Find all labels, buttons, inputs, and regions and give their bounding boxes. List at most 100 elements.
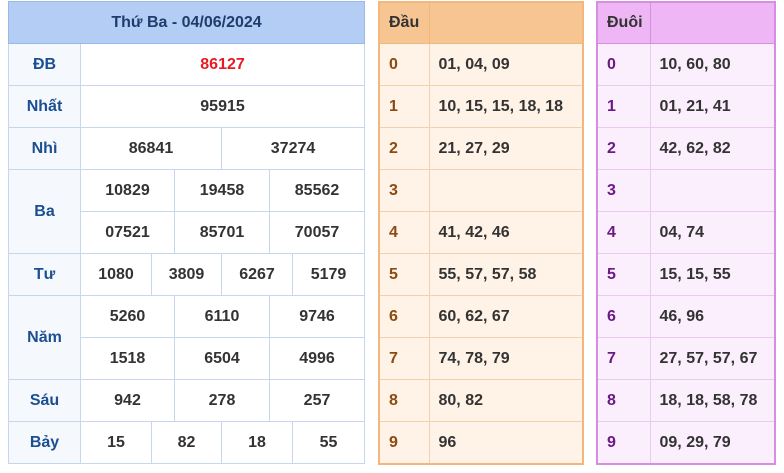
prize-value-nam: 6110 — [174, 295, 270, 338]
prize-value-nhi: 37274 — [220, 127, 366, 170]
head-digit: 4 — [378, 211, 430, 254]
head-digit: 7 — [378, 337, 430, 380]
prize-value-ba: 10829 — [80, 169, 175, 212]
prize-value-nam: 9746 — [268, 295, 366, 338]
head-values: 21, 27, 29 — [428, 127, 584, 170]
head-row: 2 21, 27, 29 — [378, 127, 584, 170]
tail-values: 18, 18, 58, 78 — [649, 379, 776, 422]
tail-values: 10, 60, 80 — [649, 43, 776, 86]
head-values — [428, 169, 584, 212]
tail-digit: 2 — [596, 127, 651, 170]
prize-row-nhat: Nhất 95915 — [8, 85, 366, 128]
prize-value-sau: 257 — [268, 379, 366, 422]
prize-value-db: 86127 — [79, 43, 366, 86]
prize-value-ba: 07521 — [80, 211, 175, 254]
head-values: 41, 42, 46 — [428, 211, 584, 254]
tail-row: 6 46, 96 — [596, 295, 776, 338]
head-row: 4 41, 42, 46 — [378, 211, 584, 254]
prize-value-nhi: 86841 — [80, 127, 222, 170]
tail-digit: 4 — [596, 211, 651, 254]
head-rows: 0 01, 04, 09 1 10, 15, 15, 18, 18 2 21, 27, 2… — [378, 43, 584, 465]
lottery-results-table: Thứ Ba - 04/06/2024 ĐB 86127 Nhất 95915 … — [7, 1, 366, 464]
prize-label-nam: Năm — [8, 295, 81, 380]
prize-value-sau: 942 — [80, 379, 175, 422]
head-digit: 3 — [378, 169, 430, 212]
tail-digit: 3 — [596, 169, 651, 212]
tail-row: 3 — [596, 169, 776, 212]
head-row: 0 01, 04, 09 — [378, 43, 584, 86]
head-row: 6 60, 62, 67 — [378, 295, 584, 338]
tail-row: 5 15, 15, 55 — [596, 253, 776, 296]
prize-row-sau: Sáu 942 278 257 — [8, 379, 366, 422]
tail-values: 46, 96 — [649, 295, 776, 338]
tail-digit: 6 — [596, 295, 651, 338]
tail-rows: 0 10, 60, 80 1 01, 21, 41 2 42, 62, 82 3 4 04, 7… — [596, 43, 776, 465]
head-digit: 5 — [378, 253, 430, 296]
head-values: 96 — [428, 421, 584, 465]
head-row: 8 80, 82 — [378, 379, 584, 422]
tail-row: 0 10, 60, 80 — [596, 43, 776, 86]
prize-value-ba: 19458 — [174, 169, 270, 212]
head-values: 01, 04, 09 — [428, 43, 584, 86]
head-row: 3 — [378, 169, 584, 212]
prize-value-tu: 3809 — [151, 253, 222, 296]
prize-value-nhat: 95915 — [79, 85, 366, 128]
prize-label-ba: Ba — [8, 169, 81, 254]
head-digit: 9 — [378, 421, 430, 465]
tail-digits-table: Đuôi 0 10, 60, 80 1 01, 21, 41 2 42, 62, 82 3 4… — [596, 1, 776, 465]
tail-values: 01, 21, 41 — [649, 85, 776, 128]
prize-value-tu: 5179 — [291, 253, 366, 296]
prize-label-nhat: Nhất — [8, 85, 81, 128]
tail-digit: 9 — [596, 421, 651, 465]
tail-digit: 8 — [596, 379, 651, 422]
results-header-row: Thứ Ba - 04/06/2024 — [7, 1, 366, 44]
tail-values: 04, 74 — [649, 211, 776, 254]
prize-value-nam: 5260 — [80, 295, 175, 338]
prize-label-tu: Tư — [8, 253, 81, 296]
prize-label-sau: Sáu — [8, 379, 81, 422]
prize-label-nhi: Nhì — [8, 127, 81, 170]
tail-digit: 0 — [596, 43, 651, 86]
prize-row-tu: Tư 1080 3809 6267 5179 — [8, 253, 366, 296]
tail-row: 1 01, 21, 41 — [596, 85, 776, 128]
tail-header-row: Đuôi — [596, 1, 776, 44]
tail-row: 9 09, 29, 79 — [596, 421, 776, 465]
head-digit: 1 — [378, 85, 430, 128]
prize-value-bay: 55 — [291, 421, 366, 464]
head-values: 10, 15, 15, 18, 18 — [428, 85, 584, 128]
tail-digit: 7 — [596, 337, 651, 380]
tail-title: Đuôi — [596, 1, 651, 44]
head-header-row: Đầu — [378, 1, 584, 44]
prize-value-nam: 1518 — [80, 337, 175, 380]
prize-row-bay: Bảy 15 82 18 55 — [8, 421, 366, 464]
prize-value-ba: 85562 — [268, 169, 366, 212]
tail-row: 7 27, 57, 57, 67 — [596, 337, 776, 380]
prize-label-bay: Bảy — [8, 421, 81, 464]
prize-row-nhi: Nhì 86841 37274 — [8, 127, 366, 170]
results-title: Thứ Ba - 04/06/2024 — [7, 1, 366, 44]
tail-digit: 5 — [596, 253, 651, 296]
prize-label-db: ĐB — [8, 43, 81, 86]
head-digit: 0 — [378, 43, 430, 86]
head-row: 5 55, 57, 57, 58 — [378, 253, 584, 296]
prize-value-bay: 82 — [151, 421, 222, 464]
tail-row: 4 04, 74 — [596, 211, 776, 254]
prize-value-ba: 85701 — [174, 211, 270, 254]
prize-row-ba: Ba 10829 19458 85562 — [8, 169, 366, 254]
prize-value-sau: 278 — [174, 379, 270, 422]
tail-title-spacer — [649, 1, 776, 44]
tail-values: 42, 62, 82 — [649, 127, 776, 170]
head-digits-table: Đầu 0 01, 04, 09 1 10, 15, 15, 18, 18 2 21, 2… — [378, 1, 584, 465]
head-row: 7 74, 78, 79 — [378, 337, 584, 380]
prize-value-bay: 18 — [221, 421, 293, 464]
prize-row-nam: Năm 5260 6110 9746 — [8, 295, 366, 380]
head-title-spacer — [428, 1, 584, 44]
tail-values: 09, 29, 79 — [649, 421, 776, 465]
head-values: 55, 57, 57, 58 — [428, 253, 584, 296]
tail-values: 27, 57, 57, 67 — [649, 337, 776, 380]
prize-value-bay: 15 — [80, 421, 152, 464]
prize-value-tu: 1080 — [80, 253, 152, 296]
head-values: 80, 82 — [428, 379, 584, 422]
head-digit: 8 — [378, 379, 430, 422]
head-values: 74, 78, 79 — [428, 337, 584, 380]
